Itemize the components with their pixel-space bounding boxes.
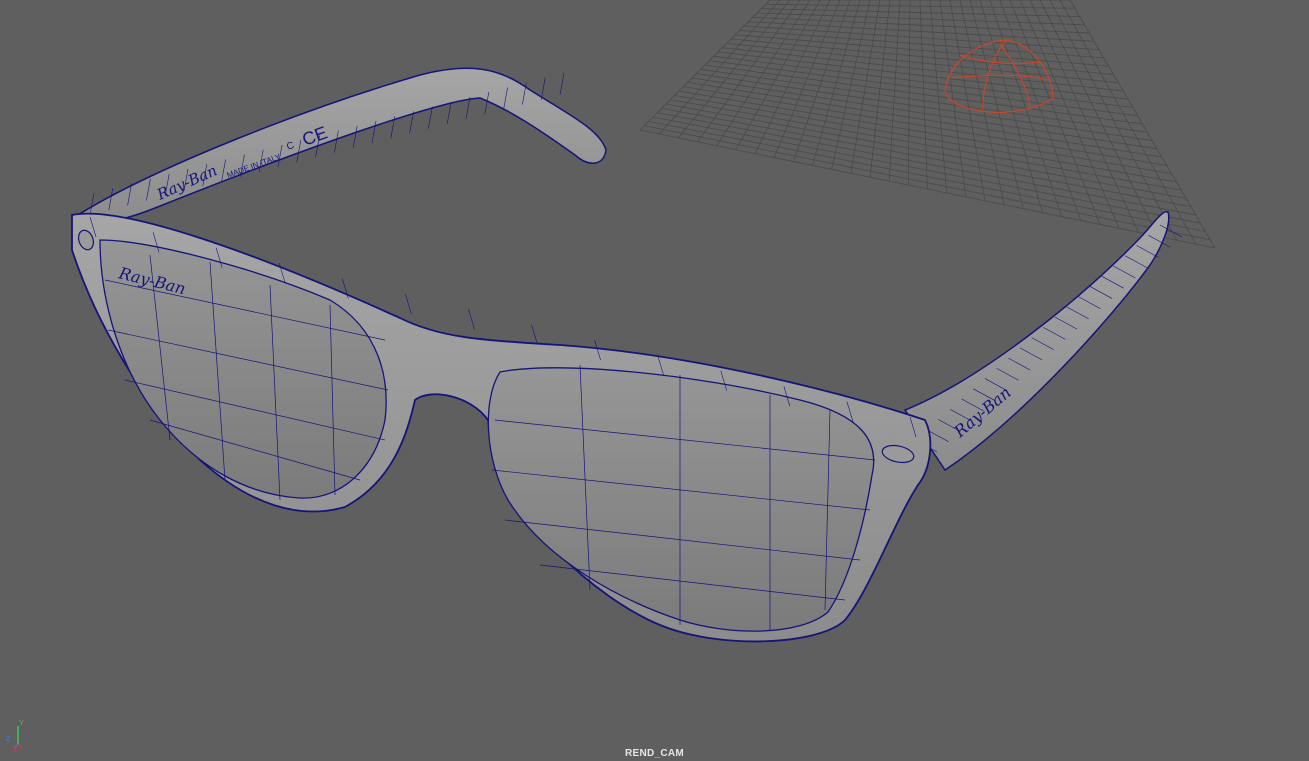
left-temple-arm[interactable]: Ray-Ban MADE IN ITALY C CE — [76, 67, 607, 223]
grid-line — [949, 0, 986, 201]
grid-line — [661, 107, 1191, 208]
frame-edge — [405, 293, 412, 315]
grid-line — [1009, 0, 1101, 225]
frame-edge — [468, 309, 475, 330]
temple-edge — [540, 77, 546, 100]
z-axis-label: Z — [6, 736, 11, 743]
y-axis-label: Y — [19, 720, 24, 727]
grid-line — [648, 120, 1206, 232]
grid-line — [639, 129, 1216, 249]
ground-grid — [639, 0, 1216, 249]
temple-edge — [428, 106, 433, 129]
grid-line — [979, 0, 1043, 213]
grid-line — [1029, 0, 1139, 233]
right-temple-arm[interactable]: Ray-Ban — [903, 211, 1183, 472]
temple-edge — [559, 72, 565, 96]
scene-canvas[interactable]: Ray-Ban MADE IN ITALY C CE Ray-Ban Ray-B… — [0, 0, 1309, 761]
front-frame[interactable]: Ray-Ban — [71, 212, 932, 643]
viewport-3d[interactable]: Ray-Ban MADE IN ITALY C CE Ray-Ban Ray-B… — [0, 0, 1309, 761]
grid-line — [1019, 0, 1120, 229]
camera-name-label: REND_CAM — [624, 748, 685, 759]
right-lens[interactable] — [487, 367, 875, 632]
frame-edge — [531, 324, 538, 345]
grid-line — [674, 94, 1177, 183]
grid-line — [696, 73, 1153, 141]
axis-gizmo: Y Z X — [6, 720, 24, 752]
grid-line — [1059, 0, 1197, 245]
grid-line — [1069, 0, 1216, 249]
temple-edge — [446, 101, 452, 124]
